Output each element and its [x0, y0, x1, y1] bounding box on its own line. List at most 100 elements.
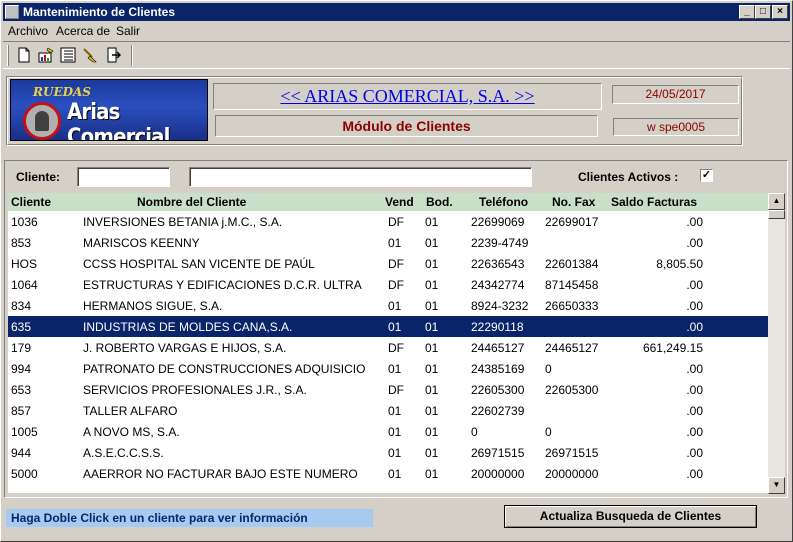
toolbar-grip: [7, 45, 9, 66]
new-document-icon[interactable]: [15, 46, 33, 64]
table-row[interactable]: 635 INDUSTRIAS DE MOLDES CANA,S.A. 01 01 222…: [8, 316, 768, 337]
company-link[interactable]: << ARIAS COMERCIAL, S.A. >>: [280, 86, 534, 106]
table-row[interactable]: 834 HERMANOS SIGUE, S.A. 01 01 8924-3232 2665…: [8, 295, 768, 316]
cell-bod: 01: [425, 446, 439, 460]
cell-fax: 0: [545, 362, 552, 376]
col-header-code[interactable]: Cliente: [11, 195, 51, 209]
menu-salir[interactable]: Salir: [116, 24, 140, 38]
menu-acerca-label: Acerca de: [56, 24, 111, 38]
table-row[interactable]: HOS CCSS HOSPITAL SAN VICENTE DE PAÚL DF 01…: [8, 253, 768, 274]
active-clients-checkbox[interactable]: ✓: [700, 169, 713, 182]
user-id: w spe0005: [613, 118, 739, 136]
cell-tel: 26971515: [471, 446, 525, 460]
logo-emblem: [23, 102, 61, 140]
exit-door-icon[interactable]: [104, 46, 122, 64]
cell-bod: 01: [425, 278, 439, 292]
cell-saldo: .00: [686, 446, 703, 460]
cell-fax: 0: [545, 425, 552, 439]
cell-code: 834: [11, 299, 32, 313]
list-view-icon[interactable]: [59, 46, 77, 64]
clear-icon[interactable]: [81, 46, 99, 64]
col-header-vend[interactable]: Vend: [385, 195, 414, 209]
cell-vend: 01: [388, 362, 402, 376]
client-list-panel: Cliente: Clientes Activos : ✓ Cliente No…: [4, 160, 788, 498]
cell-bod: 01: [425, 320, 439, 334]
cell-saldo: .00: [686, 236, 703, 250]
cell-vend: 01: [388, 467, 402, 481]
col-header-saldo[interactable]: Saldo Facturas: [611, 195, 697, 209]
col-header-bod[interactable]: Bod.: [426, 195, 453, 209]
title-bar[interactable]: Mantenimiento de Clientes _ □ ×: [3, 3, 790, 21]
cell-saldo: .00: [686, 425, 703, 439]
cell-tel: 0: [471, 425, 478, 439]
cell-saldo: .00: [686, 383, 703, 397]
cell-fax: 22601384: [545, 257, 599, 271]
cell-bod: 01: [425, 467, 439, 481]
cell-name: CCSS HOSPITAL SAN VICENTE DE PAÚL: [83, 257, 315, 271]
table-row[interactable]: 1064 ESTRUCTURAS Y EDIFICACIONES D.C.R. U…: [8, 274, 768, 295]
toolbar-separator: [131, 45, 133, 66]
current-date: 24/05/2017: [612, 85, 739, 104]
app-icon: [5, 5, 19, 19]
cell-tel: 24385169: [471, 362, 525, 376]
table-row[interactable]: 653 SERVICIOS PROFESIONALES J.R., S.A. DF 0…: [8, 379, 768, 400]
table-row[interactable]: 5000 AAERROR NO FACTURAR BAJO ESTE NUMERO…: [8, 463, 768, 484]
table-row[interactable]: 1036 INVERSIONES BETANIA j.M.C., S.A. DF 0…: [8, 211, 768, 232]
menu-archivo[interactable]: Archivo: [8, 24, 48, 38]
cell-bod: 01: [425, 383, 439, 397]
cell-name: MARISCOS KEENNY: [83, 236, 200, 250]
cell-saldo: .00: [686, 404, 703, 418]
cell-vend: DF: [388, 278, 404, 292]
scroll-down-button[interactable]: ▼: [768, 477, 785, 494]
menu-archivo-label: Archivo: [8, 24, 49, 38]
cell-saldo: .00: [686, 320, 703, 334]
cell-vend: DF: [388, 341, 404, 355]
cell-fax: 26971515: [545, 446, 599, 460]
grid-scrollbar[interactable]: ▲ ▼: [768, 193, 785, 494]
col-header-name[interactable]: Nombre del Cliente: [137, 195, 246, 209]
cell-vend: 01: [388, 425, 402, 439]
company-link-box: << ARIAS COMERCIAL, S.A. >>: [213, 83, 602, 110]
menu-acerca-de[interactable]: Acerca de: [56, 24, 110, 38]
cell-vend: 01: [388, 320, 402, 334]
cell-tel: 8924-3232: [471, 299, 529, 313]
client-filter-label: Cliente:: [16, 170, 61, 184]
cell-tel: 22602739: [471, 404, 525, 418]
table-row[interactable]: 857 TALLER ALFARO 01 01 22602739 .00: [8, 400, 768, 421]
table-row[interactable]: 1005 A NOVO MS, S.A. 01 01 0 0 .00: [8, 421, 768, 442]
col-header-tel[interactable]: Teléfono: [479, 195, 528, 209]
table-row[interactable]: 853 MARISCOS KEENNY 01 01 2239-4749 .00: [8, 232, 768, 253]
cell-tel: 22290118: [471, 320, 524, 334]
cell-bod: 01: [425, 425, 439, 439]
scroll-thumb[interactable]: [768, 210, 785, 219]
cell-fax: 22699017: [545, 215, 599, 229]
refresh-search-button[interactable]: Actualiza Busqueda de Clientes: [504, 505, 757, 528]
cell-code: 944: [11, 446, 32, 460]
cell-name: J. ROBERTO VARGAS E HIJOS, S.A.: [83, 341, 287, 355]
clients-grid[interactable]: Cliente Nombre del Cliente Vend Bod. Tel…: [8, 193, 768, 493]
cell-tel: 24465127: [471, 341, 525, 355]
close-button[interactable]: ×: [772, 5, 788, 19]
logo-tagline: RUEDAS: [33, 85, 91, 99]
cell-name: ESTRUCTURAS Y EDIFICACIONES D.C.R. ULTRA: [83, 278, 362, 292]
edit-chart-icon[interactable]: [37, 46, 55, 64]
scroll-up-button[interactable]: ▲: [768, 193, 785, 210]
cell-tel: 22605300: [471, 383, 525, 397]
header-panel: RUEDAS Arias Comercial << ARIAS COMERCIA…: [6, 76, 743, 146]
col-header-fax[interactable]: No. Fax: [552, 195, 595, 209]
table-row[interactable]: 179 J. ROBERTO VARGAS E HIJOS, S.A. DF 01 24…: [8, 337, 768, 358]
table-row[interactable]: 944 A.S.E.C.C.S.S. 01 01 26971515 26971515 .00: [8, 442, 768, 463]
cell-fax: 20000000: [545, 467, 599, 481]
minimize-button[interactable]: _: [739, 5, 755, 19]
cell-tel: 2239-4749: [471, 236, 529, 250]
client-code-input[interactable]: [77, 167, 170, 187]
header-panel-inner: RUEDAS Arias Comercial << ARIAS COMERCIA…: [7, 77, 742, 145]
cell-vend: DF: [388, 215, 404, 229]
cell-code: 1005: [11, 425, 38, 439]
maximize-button[interactable]: □: [755, 5, 771, 19]
table-row[interactable]: 994 PATRONATO DE CONSTRUCCIONES ADQUISICI…: [8, 358, 768, 379]
cell-name: TALLER ALFARO: [83, 404, 178, 418]
client-name-input[interactable]: [189, 167, 532, 187]
cell-tel: 20000000: [471, 467, 525, 481]
cell-name: AAERROR NO FACTURAR BAJO ESTE NUMERO: [83, 467, 358, 481]
